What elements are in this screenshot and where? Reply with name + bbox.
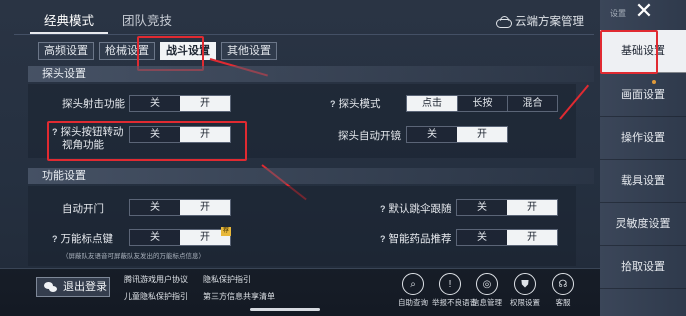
toggle-probe-mode[interactable]: 点击 长按 混合 [406, 95, 558, 112]
footer-icon-label: 权限设置 [510, 298, 540, 307]
footer-icon-label: 自助查询 [398, 298, 428, 307]
link-user-agreement[interactable]: 腾讯游戏用户协议 [124, 274, 188, 285]
footer-self-query[interactable]: ⌕ 自助查询 [395, 273, 431, 308]
option-long-press[interactable]: 长按 [457, 96, 507, 111]
sidebar-item-graphics[interactable]: 画面设置 [600, 74, 686, 117]
wechat-icon [44, 282, 58, 293]
tab-divider [14, 34, 594, 35]
label-auto-door: 自动开门 [62, 203, 104, 215]
footer-icon-label: 信息管理 [472, 298, 502, 307]
info-icon: ◎ [476, 273, 498, 295]
tab-team-battle[interactable]: 团队竞技 [108, 8, 186, 34]
option-on[interactable]: 开 [507, 230, 557, 245]
section-header-probe: 探头设置 [28, 66, 594, 82]
subtab-other[interactable]: 其他设置 [221, 42, 277, 60]
label-probe-fire: 探头射击功能 [62, 98, 125, 110]
link-third-party-sharing[interactable]: 第三方信息共享清单 [203, 291, 275, 302]
help-icon[interactable]: ? [380, 204, 386, 214]
marker-note: （屏蔽队友语音可屏蔽队友发出的万能标点信息） [62, 253, 205, 260]
sidebar-title: 设置 [610, 9, 626, 18]
option-off[interactable]: 关 [130, 200, 180, 215]
footer-icon-label: 举报不良语音 [432, 298, 477, 307]
cloud-plan-button[interactable]: 云端方案管理 [496, 12, 584, 30]
option-off[interactable]: 关 [130, 96, 180, 111]
label-universal-marker: ? 万能标点键 [52, 233, 113, 246]
logout-label: 退出登录 [63, 281, 107, 293]
option-off[interactable]: 关 [457, 200, 507, 215]
sidebar-item-vehicle[interactable]: 载具设置 [600, 160, 686, 203]
basic-settings-highlight-box [600, 30, 658, 74]
footer-info-manage[interactable]: ◎ 信息管理 [469, 273, 505, 308]
sidebar-item-sensitivity[interactable]: 灵敏度设置 [600, 203, 686, 246]
medicine-label: 智能药品推荐 [388, 233, 452, 245]
option-mixed[interactable]: 混合 [507, 96, 557, 111]
recommend-badge: 荐 [221, 227, 231, 236]
report-icon: ! [439, 273, 461, 295]
probe-mode-label: 探头模式 [338, 98, 381, 110]
search-icon: ⌕ [402, 273, 424, 295]
help-icon[interactable]: ? [52, 234, 58, 244]
option-on[interactable]: 开 [457, 127, 507, 142]
toggle-auto-door[interactable]: 关 开 [129, 199, 231, 216]
footer-customer-service[interactable]: ☊ 客服 [545, 273, 581, 308]
help-icon[interactable]: ? [330, 99, 336, 109]
section-header-function: 功能设置 [28, 168, 594, 184]
label-probe-mode: ? 探头模式 [330, 98, 381, 111]
sidebar-item-pickup[interactable]: 拾取设置 [600, 246, 686, 289]
label-probe-scope: 探头自动开镜 [338, 130, 401, 142]
option-off[interactable]: 关 [130, 230, 180, 245]
option-on[interactable]: 开 [180, 200, 230, 215]
sidebar-item-controls[interactable]: 操作设置 [600, 117, 686, 160]
label-parachute-follow: ? 默认跳伞跟随 [380, 203, 452, 216]
toggle-probe-fire[interactable]: 关 开 [129, 95, 231, 112]
cloud-plan-label: 云端方案管理 [515, 16, 584, 28]
home-indicator [250, 308, 320, 311]
shield-icon: ⛊ [514, 273, 536, 295]
close-icon[interactable]: ✕ [630, 0, 658, 24]
label-smart-medicine: ? 智能药品推荐 [380, 233, 452, 246]
option-off[interactable]: 关 [457, 230, 507, 245]
toggle-probe-scope[interactable]: 关 开 [406, 126, 508, 143]
subtab-high-frequency[interactable]: 高频设置 [38, 42, 94, 60]
probe-turn-highlight-box [47, 121, 247, 161]
cloud-icon [496, 16, 512, 28]
toggle-universal-marker[interactable]: 关 开 [129, 229, 231, 246]
option-on[interactable]: 开 [180, 96, 230, 111]
help-icon[interactable]: ? [380, 234, 386, 244]
marker-label: 万能标点键 [60, 233, 114, 245]
link-privacy-guide[interactable]: 隐私保护指引 [203, 274, 251, 285]
option-click[interactable]: 点击 [407, 96, 457, 111]
footer-icon-label: 客服 [555, 298, 571, 307]
toggle-parachute-follow[interactable]: 关 开 [456, 199, 558, 216]
option-on[interactable]: 开 [507, 200, 557, 215]
headset-icon: ☊ [552, 273, 574, 295]
mode-tabs: 经典模式 团队竞技 [30, 8, 186, 34]
footer-report-voice[interactable]: ! 举报不良语音 [432, 273, 477, 308]
link-child-privacy[interactable]: 儿童隐私保护指引 [124, 291, 188, 302]
footer-permission[interactable]: ⛊ 权限设置 [507, 273, 543, 308]
option-off[interactable]: 关 [407, 127, 457, 142]
toggle-smart-medicine[interactable]: 关 开 [456, 229, 558, 246]
parachute-label: 默认跳伞跟随 [388, 203, 452, 215]
tab-classic-mode[interactable]: 经典模式 [30, 8, 109, 34]
logout-button[interactable]: 退出登录 [36, 277, 110, 297]
